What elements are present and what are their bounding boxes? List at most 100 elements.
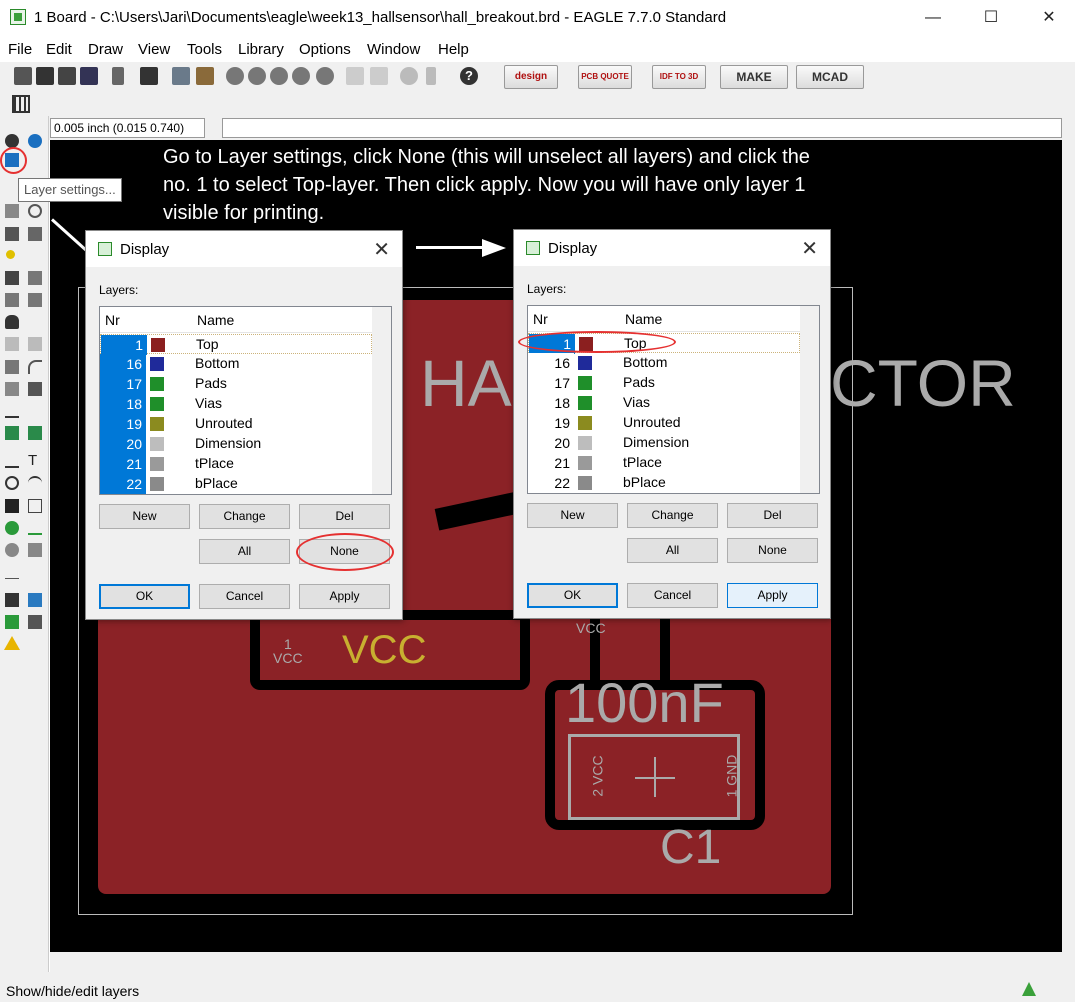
mirror-icon[interactable] <box>5 293 19 307</box>
info-icon[interactable] <box>5 134 19 148</box>
layer-row[interactable]: 20 Dimension <box>100 434 372 454</box>
all-button[interactable]: All <box>627 538 718 563</box>
layer-row[interactable]: 16 Bottom <box>528 353 800 373</box>
rotate-icon[interactable] <box>28 293 42 307</box>
value-icon[interactable] <box>28 337 42 351</box>
help-icon[interactable]: ? <box>460 67 478 85</box>
script-icon[interactable] <box>112 67 124 85</box>
menu-edit[interactable]: Edit <box>46 41 72 58</box>
miter-icon[interactable] <box>28 360 42 374</box>
del-button[interactable]: Del <box>299 504 390 529</box>
rect-draw-icon[interactable] <box>5 499 19 513</box>
layer-row[interactable]: 18 Vias <box>528 393 800 413</box>
route-icon[interactable] <box>5 426 19 440</box>
layers-list[interactable]: Nr Name 1 Top 16 Bottom 17 Pads 18 Vias 19 Un… <box>99 306 392 495</box>
layer-row[interactable]: 19 Unrouted <box>100 414 372 434</box>
layer-row[interactable]: 16 Bottom <box>100 354 372 374</box>
layer-row[interactable]: 21 tPlace <box>528 453 800 473</box>
idf-to-3d-button[interactable]: IDF TO 3D <box>652 65 706 89</box>
menu-view[interactable]: View <box>138 41 170 58</box>
cam-icon[interactable] <box>80 67 98 85</box>
ratsnest-icon[interactable] <box>5 593 19 607</box>
stop-icon[interactable] <box>400 67 418 85</box>
arc-icon[interactable] <box>28 476 42 490</box>
layer-row[interactable]: 19 Unrouted <box>528 413 800 433</box>
new-button[interactable]: New <box>527 503 618 528</box>
pad-icon[interactable] <box>28 521 42 535</box>
layer-row[interactable]: 17 Pads <box>100 374 372 394</box>
go-icon[interactable] <box>426 67 436 85</box>
print-icon[interactable] <box>58 67 76 85</box>
vertical-scrollbar[interactable] <box>1062 140 1075 972</box>
all-button[interactable]: All <box>199 539 290 564</box>
ulp-icon[interactable] <box>140 67 158 85</box>
menu-file[interactable]: File <box>8 41 32 58</box>
menu-tools[interactable]: Tools <box>187 41 222 58</box>
del-button[interactable]: Del <box>727 503 818 528</box>
lock-icon[interactable] <box>5 315 19 329</box>
erc-icon[interactable] <box>28 615 42 629</box>
layer-row[interactable]: 18 Vias <box>100 394 372 414</box>
move-icon[interactable] <box>5 204 19 218</box>
apply-button[interactable]: Apply <box>299 584 390 609</box>
meander-icon[interactable] <box>28 382 42 396</box>
menu-window[interactable]: Window <box>367 41 420 58</box>
attribute-icon[interactable] <box>28 543 42 557</box>
add-icon[interactable] <box>28 271 42 285</box>
split-icon[interactable] <box>5 360 19 374</box>
cancel-button[interactable]: Cancel <box>627 583 718 608</box>
via-icon[interactable] <box>5 521 19 535</box>
layer-row[interactable]: 17 Pads <box>528 373 800 393</box>
drc-icon[interactable] <box>5 615 19 629</box>
grid-icon[interactable] <box>12 95 30 113</box>
ok-button[interactable]: OK <box>527 583 618 608</box>
signal-icon[interactable] <box>5 404 19 418</box>
layer-row[interactable]: 22 bPlace <box>528 473 800 493</box>
polygon-icon[interactable] <box>28 499 42 513</box>
undo-icon[interactable] <box>346 67 364 85</box>
zoom-select-icon[interactable] <box>316 67 334 85</box>
design-link-button[interactable]: design link <box>504 65 558 104</box>
minimize-button[interactable]: — <box>910 0 956 36</box>
menu-options[interactable]: Options <box>299 41 351 58</box>
optimize-icon[interactable] <box>5 382 19 396</box>
new-button[interactable]: New <box>99 504 190 529</box>
eye-icon[interactable] <box>28 134 42 148</box>
dimension-icon[interactable] <box>5 565 19 579</box>
menu-library[interactable]: Library <box>238 41 284 58</box>
cancel-button[interactable]: Cancel <box>199 584 290 609</box>
close-button[interactable]: ✕ <box>1026 0 1072 36</box>
change-button[interactable]: Change <box>199 504 290 529</box>
menu-help[interactable]: Help <box>438 41 469 58</box>
horizontal-scrollbar[interactable] <box>50 952 1062 972</box>
schematic-icon[interactable] <box>172 67 190 85</box>
layer-row[interactable]: 20 Dimension <box>528 433 800 453</box>
name-icon[interactable] <box>5 337 19 351</box>
make-button[interactable]: MAKE <box>720 65 788 89</box>
dialog-close-button[interactable]: ✕ <box>373 237 390 262</box>
list-scrollbar[interactable] <box>372 307 391 494</box>
zoom-redraw-icon[interactable] <box>292 67 310 85</box>
wrench-icon[interactable] <box>28 227 42 241</box>
layer-row[interactable]: 22 bPlace <box>100 474 372 494</box>
list-scrollbar[interactable] <box>800 306 819 493</box>
zoom-fit-icon[interactable] <box>226 67 244 85</box>
text-icon[interactable]: T <box>28 452 37 469</box>
none-button[interactable]: None <box>727 538 818 563</box>
apply-button[interactable]: Apply <box>727 583 818 608</box>
mark-icon[interactable] <box>28 204 42 218</box>
zoom-out-icon[interactable] <box>270 67 288 85</box>
ripup-icon[interactable] <box>28 426 42 440</box>
change-button[interactable]: Change <box>627 503 718 528</box>
layer-row[interactable]: 21 tPlace <box>100 454 372 474</box>
hole-icon[interactable] <box>5 543 19 557</box>
dialog-close-button[interactable]: ✕ <box>801 236 818 261</box>
mcad-button[interactable]: MCAD <box>796 65 864 89</box>
open-icon[interactable] <box>14 67 32 85</box>
redo-icon[interactable] <box>370 67 388 85</box>
command-input[interactable] <box>222 118 1062 138</box>
board-icon[interactable] <box>196 67 214 85</box>
rect-icon[interactable] <box>5 227 19 241</box>
menu-draw[interactable]: Draw <box>88 41 123 58</box>
delete-icon[interactable] <box>5 271 19 285</box>
